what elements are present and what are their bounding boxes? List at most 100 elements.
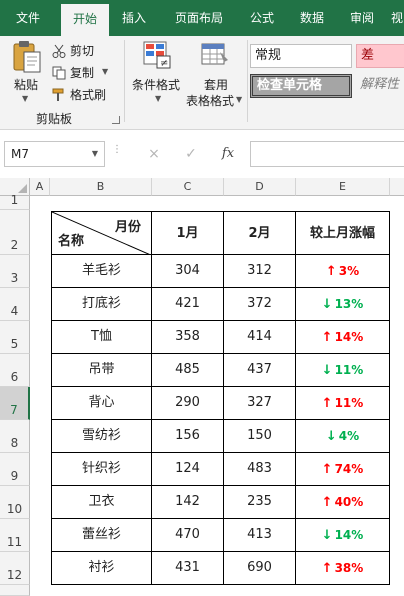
style-normal[interactable]: 常规 [250,44,352,68]
conditional-format-dropdown-icon[interactable]: ▼ [155,94,161,103]
tab-review[interactable]: 审阅 [340,0,384,36]
clipboard-launcher-icon[interactable] [112,116,120,124]
copy-icon [52,66,66,80]
insert-function-icon[interactable]: fx [218,144,238,164]
arrow-up-icon: ↑ [325,264,337,279]
diagonal-header-cell[interactable]: 月份 名称 [51,211,152,255]
copy-dropdown-icon[interactable]: ▼ [102,67,108,76]
column-header-d[interactable]: D [224,178,296,196]
cell-name[interactable]: 衬衫 [51,552,152,585]
row-header-3[interactable]: 3 [0,255,30,288]
cancel-icon[interactable]: × [144,144,164,164]
svg-text:≠: ≠ [160,58,168,69]
cell-change[interactable]: ↓ 11% [296,354,390,387]
format-painter-button[interactable]: 格式刷 [52,86,116,106]
cell-feb[interactable]: 327 [224,387,296,420]
conditional-format-button[interactable]: ≠ 条件格式 ▼ [130,40,186,110]
cell-jan[interactable]: 124 [152,453,224,486]
cell-feb[interactable]: 414 [224,321,296,354]
column-header-a[interactable]: A [30,178,50,196]
cell-change[interactable]: ↑ 74% [296,453,390,486]
column-header-b[interactable]: B [50,178,152,196]
cell-feb[interactable]: 235 [224,486,296,519]
cell-feb[interactable]: 437 [224,354,296,387]
cell-name[interactable]: 打底衫 [51,288,152,321]
row-header-6[interactable]: 6 [0,354,30,387]
tab-page-layout[interactable]: 页面布局 [162,0,236,36]
column-header-e[interactable]: E [296,178,390,196]
row-header-7[interactable]: 7 [0,387,30,420]
cell-name[interactable]: 卫衣 [51,486,152,519]
row-header-10[interactable]: 10 [0,486,30,519]
cell-name[interactable]: 针织衫 [51,453,152,486]
row-header-8[interactable]: 8 [0,420,30,453]
name-box[interactable]: M7 ▼ [4,141,105,167]
cell-feb[interactable]: 372 [224,288,296,321]
cell-jan[interactable]: 431 [152,552,224,585]
column-header-c[interactable]: C [152,178,224,196]
cell-change[interactable]: ↓ 14% [296,519,390,552]
enter-icon[interactable]: ✓ [181,144,201,164]
style-explanatory[interactable]: 解释性 [356,74,404,98]
header-change[interactable]: 较上月涨幅 [296,211,390,255]
cell-name[interactable]: 吊带 [51,354,152,387]
copy-button[interactable]: 复制 ▼ [52,64,116,84]
tab-home[interactable]: 开始 [61,4,109,36]
row-header-12[interactable]: 12 [0,552,30,585]
cell-jan[interactable]: 156 [152,420,224,453]
cell-change[interactable]: ↑ 38% [296,552,390,585]
cell-feb[interactable]: 150 [224,420,296,453]
cell-change[interactable]: ↑ 3% [296,255,390,288]
cell-name[interactable]: 羊毛衫 [51,255,152,288]
name-box-dropdown-icon[interactable]: ▼ [92,142,98,166]
cell-jan[interactable]: 304 [152,255,224,288]
row-header-2[interactable]: 2 [0,210,30,255]
row-header-4[interactable]: 4 [0,288,30,321]
format-as-table-button[interactable]: 套用 表格格式 ▼ [186,40,246,110]
cell-change[interactable]: ↓ 13% [296,288,390,321]
row-header-1[interactable]: 1 [0,193,30,210]
style-bad[interactable]: 差 [356,44,404,68]
cell-jan[interactable]: 485 [152,354,224,387]
cell-change[interactable]: ↑ 11% [296,387,390,420]
cell-change[interactable]: ↑ 14% [296,321,390,354]
tab-insert[interactable]: 插入 [112,0,156,36]
tab-data[interactable]: 数据 [290,0,334,36]
row-header-9[interactable]: 9 [0,453,30,486]
cell-change[interactable]: ↑ 40% [296,486,390,519]
cell-feb[interactable]: 312 [224,255,296,288]
cell-feb[interactable]: 690 [224,552,296,585]
cut-button[interactable]: 剪切 [52,42,116,62]
header-feb[interactable]: 2月 [224,211,296,255]
cell-name[interactable]: 蕾丝衫 [51,519,152,552]
paste-dropdown-icon[interactable]: ▼ [22,94,28,103]
row-header-13[interactable] [0,585,30,596]
cell-feb[interactable]: 413 [224,519,296,552]
cell-jan[interactable]: 470 [152,519,224,552]
change-value: 11% [334,396,364,410]
name-box-value: M7 [11,147,29,161]
cell-name[interactable]: 雪纺衫 [51,420,152,453]
arrow-down-icon: ↓ [321,363,333,378]
cell-jan[interactable]: 421 [152,288,224,321]
style-check-cell[interactable]: 检查单元格 [250,74,352,98]
cell-jan[interactable]: 358 [152,321,224,354]
cell-change[interactable]: ↓ 4% [296,420,390,453]
cell-jan[interactable]: 290 [152,387,224,420]
header-jan[interactable]: 1月 [152,211,224,255]
tab-formulas[interactable]: 公式 [240,0,284,36]
row-header-5[interactable]: 5 [0,321,30,354]
paste-button[interactable]: 粘贴 ▼ [10,40,46,110]
tab-view[interactable]: 视 [390,0,404,36]
row-header-11[interactable]: 11 [0,519,30,552]
table-format-dropdown-icon[interactable]: ▼ [236,95,242,104]
column-header-overflow[interactable] [390,178,404,196]
cell-jan[interactable]: 142 [152,486,224,519]
cell-name[interactable]: 背心 [51,387,152,420]
cell-feb[interactable]: 483 [224,453,296,486]
tab-file[interactable]: 文件 [0,0,56,36]
change-value: 14% [334,528,364,542]
formula-bar-grip-icon[interactable]: ⋮ [112,145,122,162]
cell-name[interactable]: T恤 [51,321,152,354]
formula-input[interactable] [250,141,404,167]
